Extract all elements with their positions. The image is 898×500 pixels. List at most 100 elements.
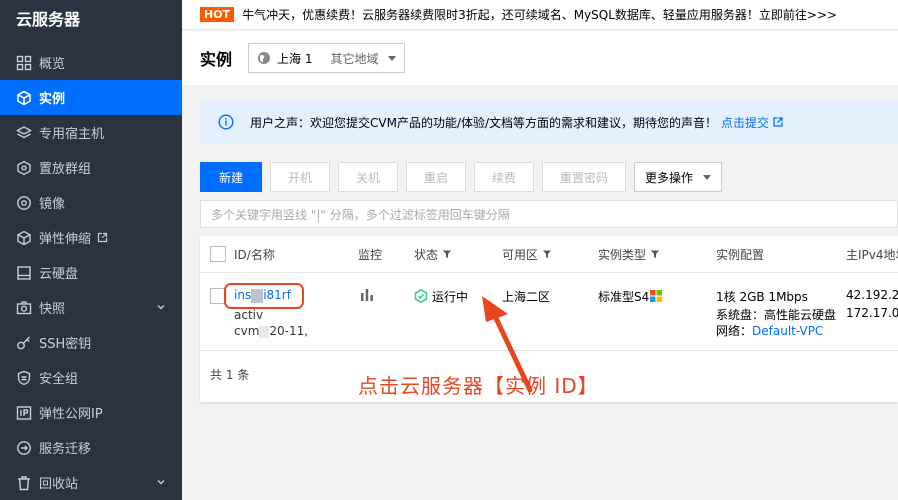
drive-icon: [16, 265, 32, 281]
globe-icon: [258, 52, 271, 64]
sidebar-item-images[interactable]: 镜像: [0, 185, 182, 220]
public-ip: 42.192.21: [846, 288, 898, 302]
external-link-icon[interactable]: [773, 117, 783, 127]
submit-feedback-link[interactable]: 点击提交: [721, 114, 769, 131]
sidebar-title: 云服务器: [16, 10, 81, 29]
sidebar-item-cloud-disk[interactable]: 云硬盘: [0, 255, 182, 290]
divider: [200, 272, 898, 273]
sidebar-item-dedicated-host[interactable]: 专用宿主机: [0, 115, 182, 150]
column-header-zone[interactable]: 可用区: [502, 236, 552, 272]
chevron-down-icon: [157, 305, 165, 310]
camera-icon: [16, 300, 32, 316]
chevron-down-icon: [157, 480, 165, 485]
region-current: 上海 1: [277, 51, 313, 66]
redaction-mask: [259, 325, 270, 338]
sidebar-item-label: 镜像: [39, 197, 66, 212]
column-header-ipv4: 主IPv4地址: [846, 247, 898, 262]
box-icon: [16, 230, 32, 246]
sidebar-item-label: 弹性伸缩: [39, 232, 92, 247]
sidebar-item-migration[interactable]: 服务迁移: [0, 430, 182, 465]
sidebar-item-instances[interactable]: 实例: [0, 80, 182, 115]
vpc-link[interactable]: Default-VPC: [752, 324, 823, 338]
sidebar-item-label: 安全组: [39, 372, 79, 387]
windows-icon: [650, 290, 663, 302]
trash-icon: [16, 475, 32, 491]
sidebar-item-label: SSH密钥: [39, 337, 92, 352]
sidebar-item-label: 置放群组: [39, 162, 92, 177]
instance-type-value: 标准型S4: [598, 288, 663, 305]
sidebar-item-auto-scaling[interactable]: 弹性伸缩: [0, 220, 182, 255]
instance-id-highlight-box: [224, 283, 304, 309]
sidebar-item-recycle-bin[interactable]: 回收站: [0, 465, 182, 500]
sidebar-item-label: 云硬盘: [39, 267, 79, 282]
info-icon: [218, 114, 234, 130]
caret-down-icon: [703, 174, 712, 180]
promo-text[interactable]: 牛气冲天，优惠续费！云服务器续费限时3折起，还可续域名、MySQL数据库、轻量应…: [242, 6, 837, 23]
ip-icon: [16, 405, 32, 421]
select-all-checkbox[interactable]: [210, 246, 226, 262]
stop-button[interactable]: 关机: [338, 162, 398, 192]
running-status-icon: [414, 289, 428, 303]
start-button[interactable]: 开机: [270, 162, 330, 192]
filter-icon[interactable]: [542, 249, 552, 259]
grid-icon: [16, 55, 32, 71]
column-header-id: ID/名称: [234, 247, 275, 262]
notice-text: 用户之声：欢迎您提交CVM产品的功能/体验/文档等方面的需求和建议，期待您的声音…: [250, 115, 718, 130]
page-title: 实例: [200, 50, 233, 69]
external-link-icon: [97, 232, 108, 243]
reset-password-button[interactable]: 重置密码: [542, 162, 626, 192]
config-network: 网络：Default-VPC: [716, 324, 824, 338]
column-header-config: 实例配置: [716, 247, 765, 262]
instance-name-sub: cvm 20-11,: [234, 324, 309, 338]
column-header-type[interactable]: 实例类型: [598, 236, 660, 272]
region-other: 其它地域: [330, 51, 379, 66]
key-icon: [16, 335, 32, 351]
config-disk: 系统盘：高性能云硬盘: [716, 308, 837, 322]
config-spec: 1核 2GB 1Mbps: [716, 290, 808, 304]
sidebar-item-label: 弹性公网IP: [39, 407, 103, 422]
sidebar-item-ssh-keys[interactable]: SSH密钥: [0, 325, 182, 360]
more-actions-dropdown[interactable]: 更多操作: [634, 162, 723, 192]
restart-button[interactable]: 重启: [406, 162, 466, 192]
total-count: 共 1 条: [210, 368, 250, 382]
hot-badge: HOT: [200, 7, 235, 22]
more-actions-label: 更多操作: [645, 170, 694, 185]
shield-icon: [16, 370, 32, 386]
annotation-text: 点击云服务器【实例 ID】: [358, 374, 599, 398]
sidebar-item-label: 回收站: [39, 477, 79, 492]
sidebar-item-security-group[interactable]: 安全组: [0, 360, 182, 395]
toolbar: 新建 开机 关机 重启 续费 重置密码 更多操作: [200, 162, 898, 192]
cube-icon: [16, 90, 32, 106]
sidebar-item-snapshot[interactable]: 快照: [0, 290, 182, 325]
filter-icon[interactable]: [442, 249, 452, 259]
status-running: 运行中: [414, 288, 468, 305]
layers-icon: [16, 125, 32, 141]
sidebar-item-overview[interactable]: 概览: [0, 45, 182, 80]
column-header-monitor: 监控: [358, 247, 383, 262]
renew-button[interactable]: 续费: [474, 162, 534, 192]
sidebar-item-label: 实例: [39, 92, 66, 107]
private-ip: 172.17.0.1: [846, 306, 898, 320]
main-content: HOT 牛气冲天，优惠续费！云服务器续费限时3折起，还可续域名、MySQL数据库…: [182, 0, 898, 500]
sidebar-item-label: 专用宿主机: [39, 127, 105, 142]
sidebar-item-placement-group[interactable]: 置放群组: [0, 150, 182, 185]
hexagon-icon: [16, 160, 32, 176]
migrate-icon: [16, 440, 32, 456]
disc-icon: [16, 195, 32, 211]
sidebar-item-label: 服务迁移: [39, 442, 92, 457]
sidebar: 云服务器 概览 实例 专用宿主机 置放群组 镜像 弹性伸缩 云硬盘 快照 SSH…: [0, 0, 182, 500]
caret-down-icon: [388, 55, 397, 61]
filter-icon[interactable]: [650, 249, 660, 259]
search-input[interactable]: 多个关键字用竖线 "|" 分隔，多个过滤标签用回车键分隔: [200, 200, 898, 228]
monitor-chart-icon[interactable]: [360, 288, 374, 302]
column-header-status[interactable]: 状态: [414, 236, 452, 272]
new-instance-button[interactable]: 新建: [200, 162, 262, 192]
page-header: 实例 上海 1 其它地域: [182, 31, 898, 85]
feedback-notice: 用户之声：欢迎您提交CVM产品的功能/体验/文档等方面的需求和建议，期待您的声音…: [200, 100, 898, 144]
region-selector[interactable]: 上海 1 其它地域: [248, 43, 406, 73]
promo-banner[interactable]: HOT 牛气冲天，优惠续费！云服务器续费限时3折起，还可续域名、MySQL数据库…: [182, 0, 898, 30]
divider: [200, 350, 898, 351]
sidebar-item-elastic-ip[interactable]: 弹性公网IP: [0, 395, 182, 430]
sidebar-item-label: 快照: [39, 302, 66, 317]
instance-name: activ: [234, 308, 264, 322]
